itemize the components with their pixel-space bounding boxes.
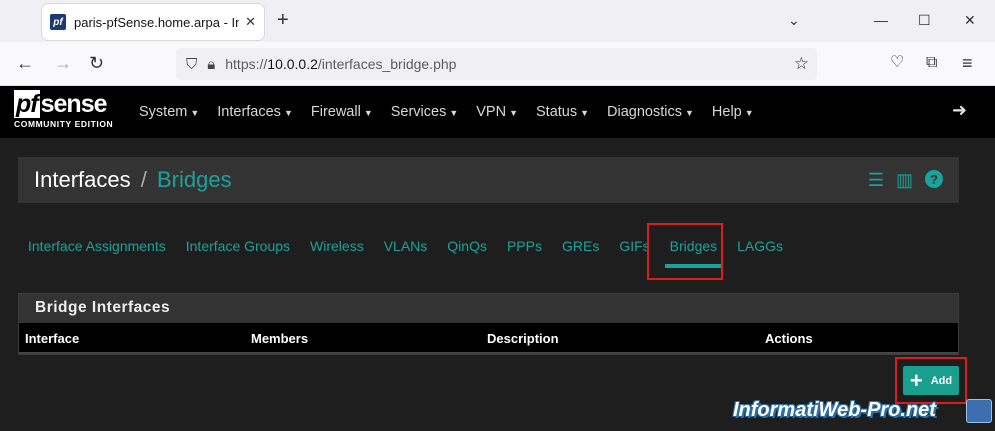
tab-wireless[interactable]: Wireless [300,228,374,268]
caret-down-icon: ▼ [449,108,459,118]
logo-edition: COMMUNITY EDITION [14,119,114,129]
breadcrumb: Interfaces / Bridges [34,167,232,193]
caret-down-icon: ▼ [685,108,694,118]
tab-title: paris-pfSense.home.arpa - Interfaces: Br… [74,14,240,30]
maximize-icon[interactable]: ☐ [918,12,931,28]
pfsense-logo[interactable]: pf sense COMMUNITY EDITION [14,90,126,134]
tab-interface-groups[interactable]: Interface Groups [176,228,300,268]
main-menu: System ▼ Interfaces ▼ Firewall ▼ Services ▼ … [130,86,763,138]
menu-interfaces[interactable]: Interfaces ▼ [208,104,302,120]
menu-diagnostics[interactable]: Diagnostics ▼ [598,104,703,120]
close-tab-icon[interactable]: ✕ [245,14,256,30]
tab-list-icon[interactable]: ⌄ [788,12,800,28]
breadcrumb-separator: / [140,167,147,192]
minimize-icon[interactable]: — [874,12,888,28]
menu-firewall[interactable]: Firewall ▼ [302,104,382,120]
breadcrumb-interfaces[interactable]: Interfaces [34,167,131,192]
caret-down-icon: ▼ [283,108,293,118]
column-members: Members [251,331,309,346]
menu-system[interactable]: System ▼ [130,104,208,120]
pfsense-favicon-icon: pf [50,14,66,30]
bridges-tab-highlight [647,223,723,280]
caret-down-icon: ▼ [580,108,590,118]
add-button-highlight [895,357,967,404]
browser-tab-bar: pf paris-pfSense.home.arpa - Interfaces:… [0,0,995,42]
column-description: Description [487,331,559,346]
caret-down-icon: ▼ [190,108,200,118]
shield-icon[interactable]: ⛉ [186,56,197,73]
tab-gres[interactable]: GREs [552,228,609,268]
column-actions: Actions [765,331,813,346]
breadcrumb-bridges[interactable]: Bridges [157,167,232,192]
menu-vpn[interactable]: VPN ▼ [467,104,527,120]
breadcrumb-panel: Interfaces / Bridges ☰ ▥ ? [18,157,959,203]
watermark-text: InformatiWeb-Pro.net [733,399,936,421]
tab-vlans[interactable]: VLANs [374,228,438,268]
reload-icon[interactable]: ↻ [89,54,104,72]
tab-interface-assignments[interactable]: Interface Assignments [18,228,176,268]
browser-nav-bar: ← → ↻ ⛉ 🔒︎ https://10.0.0.2/interfaces_b… [0,42,995,86]
sliders-icon[interactable]: ☰ [868,170,884,190]
pocket-icon[interactable]: ♡ [890,54,904,72]
watermark-laptop-icon [966,399,992,423]
extensions-icon[interactable]: ⧉ [926,54,937,72]
tab-qinqs[interactable]: QinQs [437,228,497,268]
bar-chart-icon[interactable]: ▥ [896,170,913,190]
logout-icon[interactable]: ➜ [952,100,967,120]
bridge-interfaces-panel: Bridge Interfaces Interface Members Desc… [18,293,959,355]
caret-down-icon: ▼ [744,108,754,118]
app-menu-icon[interactable]: ≡ [962,54,973,72]
menu-help[interactable]: Help ▼ [703,104,763,120]
table-header-row: Interface Members Description Actions [19,323,958,354]
close-window-icon[interactable]: ✕ [964,12,976,28]
lock-icon[interactable]: 🔒︎ [207,56,215,73]
browser-tab[interactable]: pf paris-pfSense.home.arpa - Interfaces:… [42,4,264,40]
tab-ppps[interactable]: PPPs [497,228,552,268]
panel-title: Bridge Interfaces [19,294,958,323]
breadcrumb-icons: ☰ ▥ ? [868,170,943,190]
bookmark-star-icon[interactable]: ☆ [794,55,809,72]
column-interface: Interface [25,331,80,346]
url-text[interactable]: https://10.0.0.2/interfaces_bridge.php [225,56,456,72]
forward-icon[interactable]: → [54,54,72,72]
url-bar[interactable]: ⛉ 🔒︎ https://10.0.0.2/interfaces_bridge.… [176,48,817,80]
new-tab-button[interactable]: + [277,10,289,30]
caret-down-icon: ▼ [363,108,373,118]
menu-services[interactable]: Services ▼ [382,104,468,120]
back-icon[interactable]: ← [16,54,34,72]
help-icon[interactable]: ? [925,170,943,188]
pfsense-navbar: pf sense COMMUNITY EDITION System ▼ Interf… [0,86,995,138]
tab-laggs[interactable]: LAGGs [727,228,793,268]
caret-down-icon: ▼ [509,108,519,118]
menu-status[interactable]: Status ▼ [527,104,598,120]
